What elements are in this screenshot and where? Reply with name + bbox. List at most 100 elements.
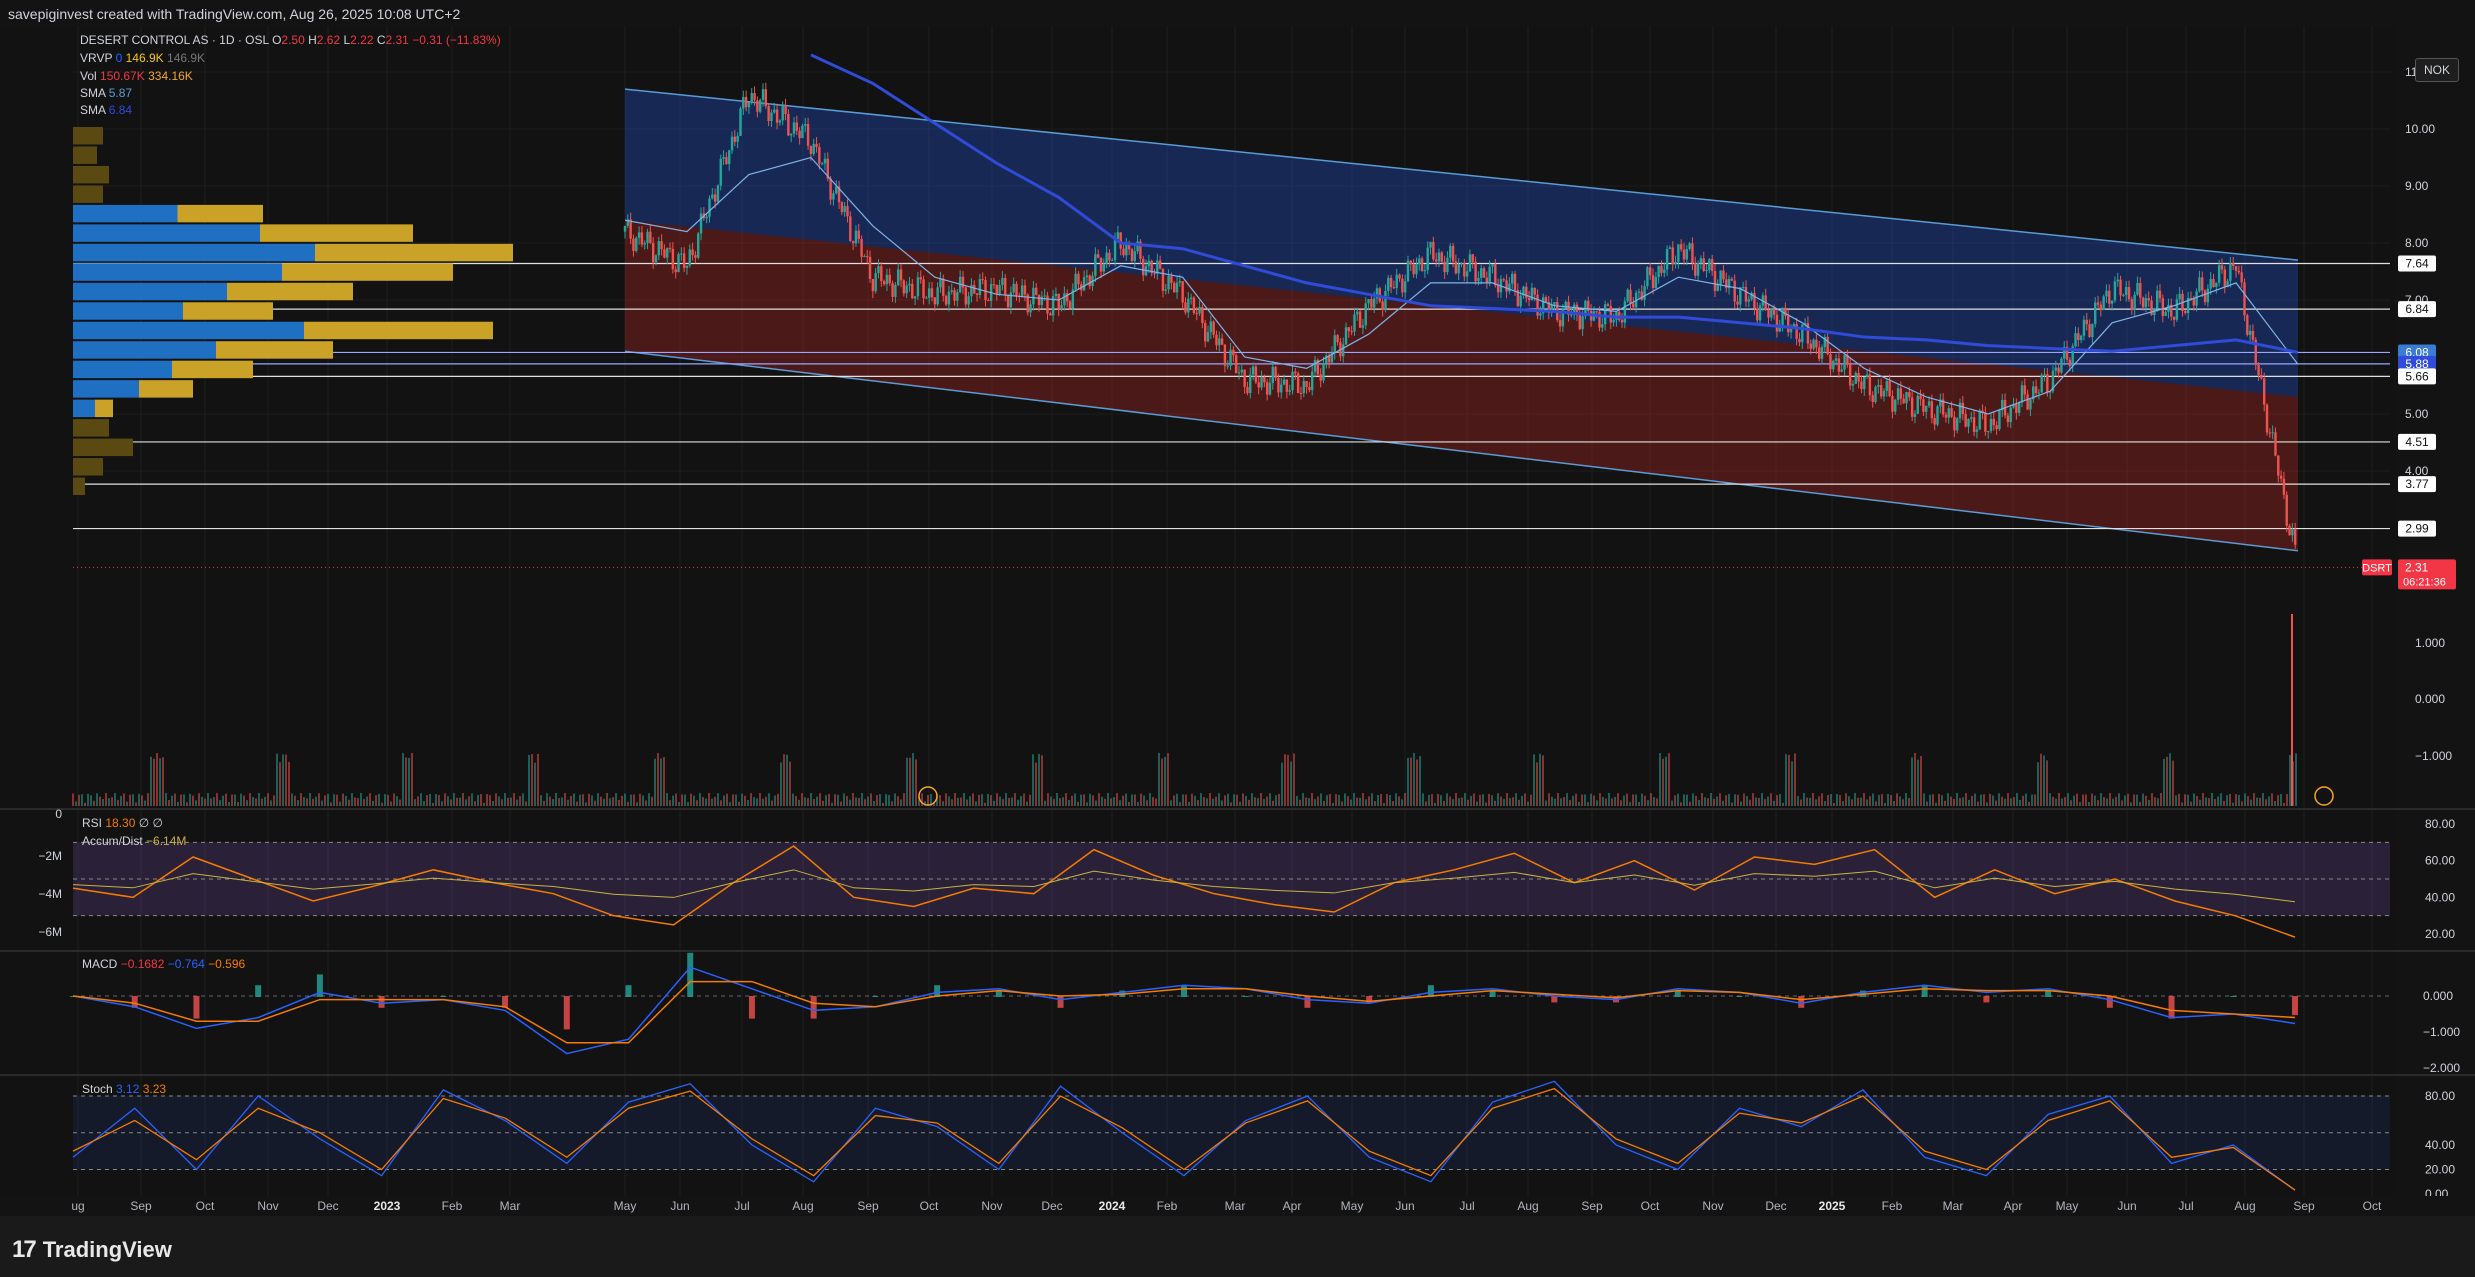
legend-vol[interactable]: Vol 150.67K 334.16K [80, 69, 193, 83]
candle-body [761, 89, 765, 100]
legend-macd[interactable]: MACD −0.1682 −0.764 −0.596 [82, 957, 245, 971]
candle-body [1401, 278, 1404, 293]
candle-body [1685, 249, 1689, 260]
volume-profile-bar [73, 165, 109, 184]
candle-body [992, 284, 996, 286]
candle-body [2124, 287, 2128, 295]
candle-body [818, 147, 821, 164]
candle-body [854, 230, 858, 244]
candle-body [1232, 349, 1235, 356]
candle-body [677, 254, 680, 273]
x-tick-label: Nov [1702, 1199, 1723, 1213]
candle-body [1415, 264, 1418, 275]
level-tag-text: 7.64 [2405, 257, 2429, 271]
candle-body [1694, 263, 1697, 276]
legend-stoch[interactable]: Stoch 3.12 3.23 [82, 1082, 166, 1096]
volume-profile-down [282, 263, 453, 281]
x-tick-label: Jun [670, 1199, 689, 1213]
candle-body [756, 100, 759, 112]
candle-body [1815, 339, 1818, 348]
stoch-k-value: 3.12 [116, 1082, 140, 1096]
level-tag-text: 3.77 [2405, 477, 2429, 491]
candle-body [1679, 244, 1683, 250]
candle-body [1894, 399, 1897, 412]
x-tick-label: Jun [2117, 1199, 2136, 1213]
candle-body [773, 109, 776, 113]
candle-body [1254, 366, 1258, 383]
candle-body [2057, 367, 2060, 373]
candle-body [1654, 276, 1658, 289]
candle-body [1294, 371, 1297, 374]
candle-body [1206, 332, 1210, 342]
candle-body [1741, 287, 1745, 289]
candle-body [925, 297, 928, 299]
stoch-d-value: 3.23 [142, 1082, 167, 1096]
candle-body [2122, 294, 2125, 296]
candle-body [863, 256, 866, 258]
candle-body [2040, 374, 2043, 393]
candle-body [1068, 301, 1072, 309]
candle-body [899, 269, 903, 281]
candle-body [1978, 410, 1981, 430]
candle-body [1916, 395, 1919, 414]
candle-body [849, 216, 852, 242]
candle-body [1257, 382, 1260, 388]
volume-profile-down [315, 243, 513, 262]
ohlc-key-H: H [304, 33, 317, 47]
candle-body [1426, 247, 1429, 271]
candle-body [911, 283, 914, 299]
candle-body [2105, 290, 2108, 297]
candle-body [1423, 270, 1427, 272]
candle-body [1237, 372, 1241, 374]
tradingview-logo[interactable]: 17 TradingView [12, 1236, 172, 1264]
x-tick-label: Feb [442, 1199, 463, 1213]
candle-body [947, 291, 951, 305]
candle-body [742, 96, 745, 109]
volume-profile-down [304, 321, 493, 340]
candle-body [933, 297, 937, 305]
candle-body [758, 99, 762, 112]
candle-body [1961, 402, 1965, 415]
logo-text: TradingView [42, 1237, 172, 1262]
candle-body [1972, 417, 1976, 432]
currency-button[interactable]: NOK [2414, 58, 2459, 82]
candle-body [1187, 298, 1190, 313]
legend-rsi[interactable]: RSI 18.30 ∅ ∅ [82, 816, 163, 830]
candle-body [1246, 387, 1249, 394]
candle-body [944, 295, 948, 305]
volume-profile-bar [73, 127, 103, 145]
legend-accum[interactable]: Accum/Dist −6.14M [82, 834, 186, 848]
candle-body [1682, 249, 1686, 260]
candle-body [1035, 287, 1038, 295]
candle-body [660, 241, 663, 250]
candle-body [1834, 358, 1838, 361]
candle-body [961, 276, 965, 288]
candle-body [1074, 273, 1077, 290]
candle-body [1111, 260, 1114, 262]
candle-body [2034, 386, 2038, 394]
candle-body [685, 265, 689, 268]
candle-body [2130, 299, 2134, 310]
volume-tick-label: 0.000 [2415, 692, 2445, 706]
chart-canvas[interactable]: 11.0010.009.008.007.006.005.004.007.646.… [0, 26, 2475, 1216]
legend-title-row[interactable]: DESERT CONTROL AS · 1D · OSL O2.50 H2.62… [80, 33, 501, 47]
volume-profile-up [73, 204, 178, 223]
candle-body [1127, 244, 1131, 250]
candle-body [1212, 321, 1215, 335]
legend-vrvp[interactable]: VRVP 0 146.9K 146.9K [80, 51, 205, 65]
macd-tick-label: −1.000 [2423, 1025, 2460, 1039]
macd-histogram-bar [625, 985, 632, 997]
candle-body [770, 112, 773, 122]
candle-body [2119, 279, 2122, 296]
legend-sma-slow[interactable]: SMA 6.84 [80, 103, 132, 117]
candle-body [1975, 429, 1979, 432]
volume-profile-down [260, 224, 413, 242]
chart-frame[interactable]: 11.0010.009.008.007.006.005.004.007.646.… [0, 26, 2475, 1216]
candle-body [1736, 301, 1739, 305]
candle-body [1381, 301, 1384, 310]
candle-body [1020, 285, 1024, 297]
candle-body [1037, 294, 1041, 306]
candle-body [846, 206, 849, 217]
legend-sma-fast[interactable]: SMA 5.87 [80, 86, 132, 100]
candle-body [1970, 417, 1973, 419]
